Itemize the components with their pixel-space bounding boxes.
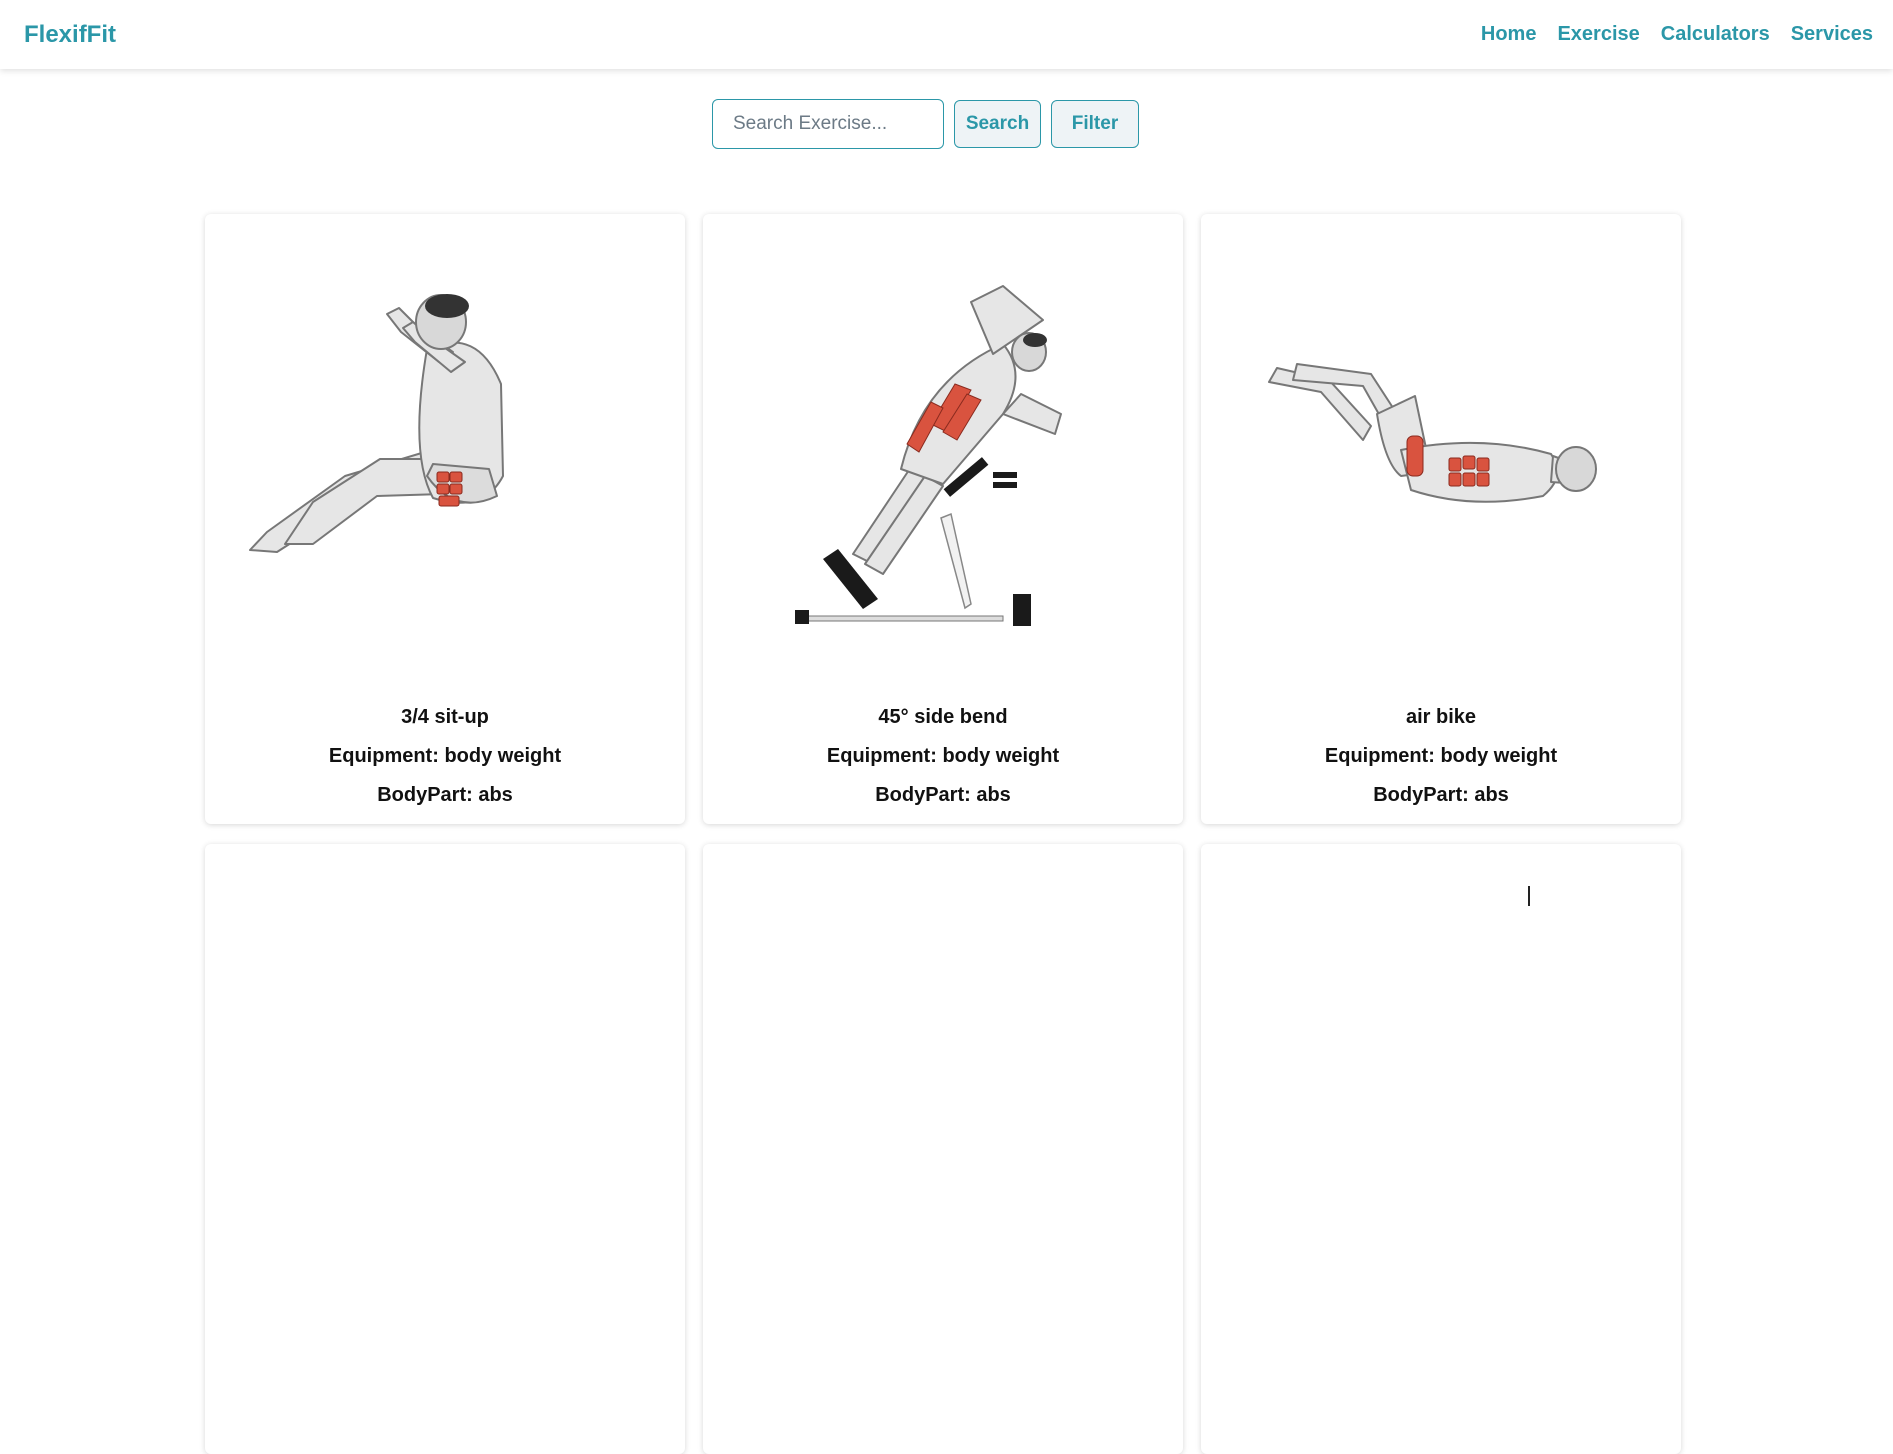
- exercise-card[interactable]: air bike Equipment: body weight BodyPart…: [1201, 214, 1681, 824]
- search-button[interactable]: Search: [954, 100, 1041, 148]
- nav-exercise[interactable]: Exercise: [1557, 23, 1639, 46]
- nav-calculators[interactable]: Calculators: [1661, 23, 1770, 46]
- card-info: 45° side bend Equipment: body weight Bod…: [703, 698, 1183, 815]
- card-info: 3/4 sit-up Equipment: body weight BodyPa…: [205, 698, 685, 815]
- top-navbar: FlexifFit Home Exercise Calculators Serv…: [0, 0, 1893, 69]
- side-bend-figure: [703, 214, 1183, 674]
- exercise-equipment: Equipment: body weight: [328, 745, 562, 767]
- main-nav: Home Exercise Calculators Services: [1481, 23, 1873, 46]
- exercise-name: 3/4 sit-up: [401, 706, 489, 728]
- exercise-name: 45° side bend: [878, 706, 1008, 728]
- search-input[interactable]: [712, 99, 944, 149]
- exercise-card[interactable]: [205, 844, 685, 1454]
- exercise-card[interactable]: 45° side bend Equipment: body weight Bod…: [703, 214, 1183, 824]
- partial-figure: [1528, 886, 1530, 906]
- exercise-bodypart: BodyPart: abs: [875, 784, 1011, 806]
- brand-logo[interactable]: FlexifFit: [24, 21, 116, 49]
- card-info: air bike Equipment: body weight BodyPart…: [1201, 698, 1681, 815]
- exercise-card[interactable]: [1201, 844, 1681, 1454]
- filter-button[interactable]: Filter: [1051, 100, 1139, 148]
- exercise-bodypart: BodyPart: abs: [377, 784, 513, 806]
- nav-services[interactable]: Services: [1791, 23, 1873, 46]
- search-bar: Search Filter: [712, 99, 1139, 149]
- exercise-equipment: Equipment: body weight: [826, 745, 1060, 767]
- exercise-equipment: Equipment: body weight: [1324, 745, 1558, 767]
- exercise-grid: 3/4 sit-up Equipment: body weight BodyPa…: [205, 214, 1682, 1454]
- exercise-name: air bike: [1405, 706, 1477, 728]
- nav-home[interactable]: Home: [1481, 23, 1537, 46]
- sit-up-figure: [205, 214, 685, 674]
- exercise-card[interactable]: [703, 844, 1183, 1454]
- exercise-card[interactable]: 3/4 sit-up Equipment: body weight BodyPa…: [205, 214, 685, 824]
- exercise-bodypart: BodyPart: abs: [1373, 784, 1509, 806]
- air-bike-figure: [1201, 214, 1681, 674]
